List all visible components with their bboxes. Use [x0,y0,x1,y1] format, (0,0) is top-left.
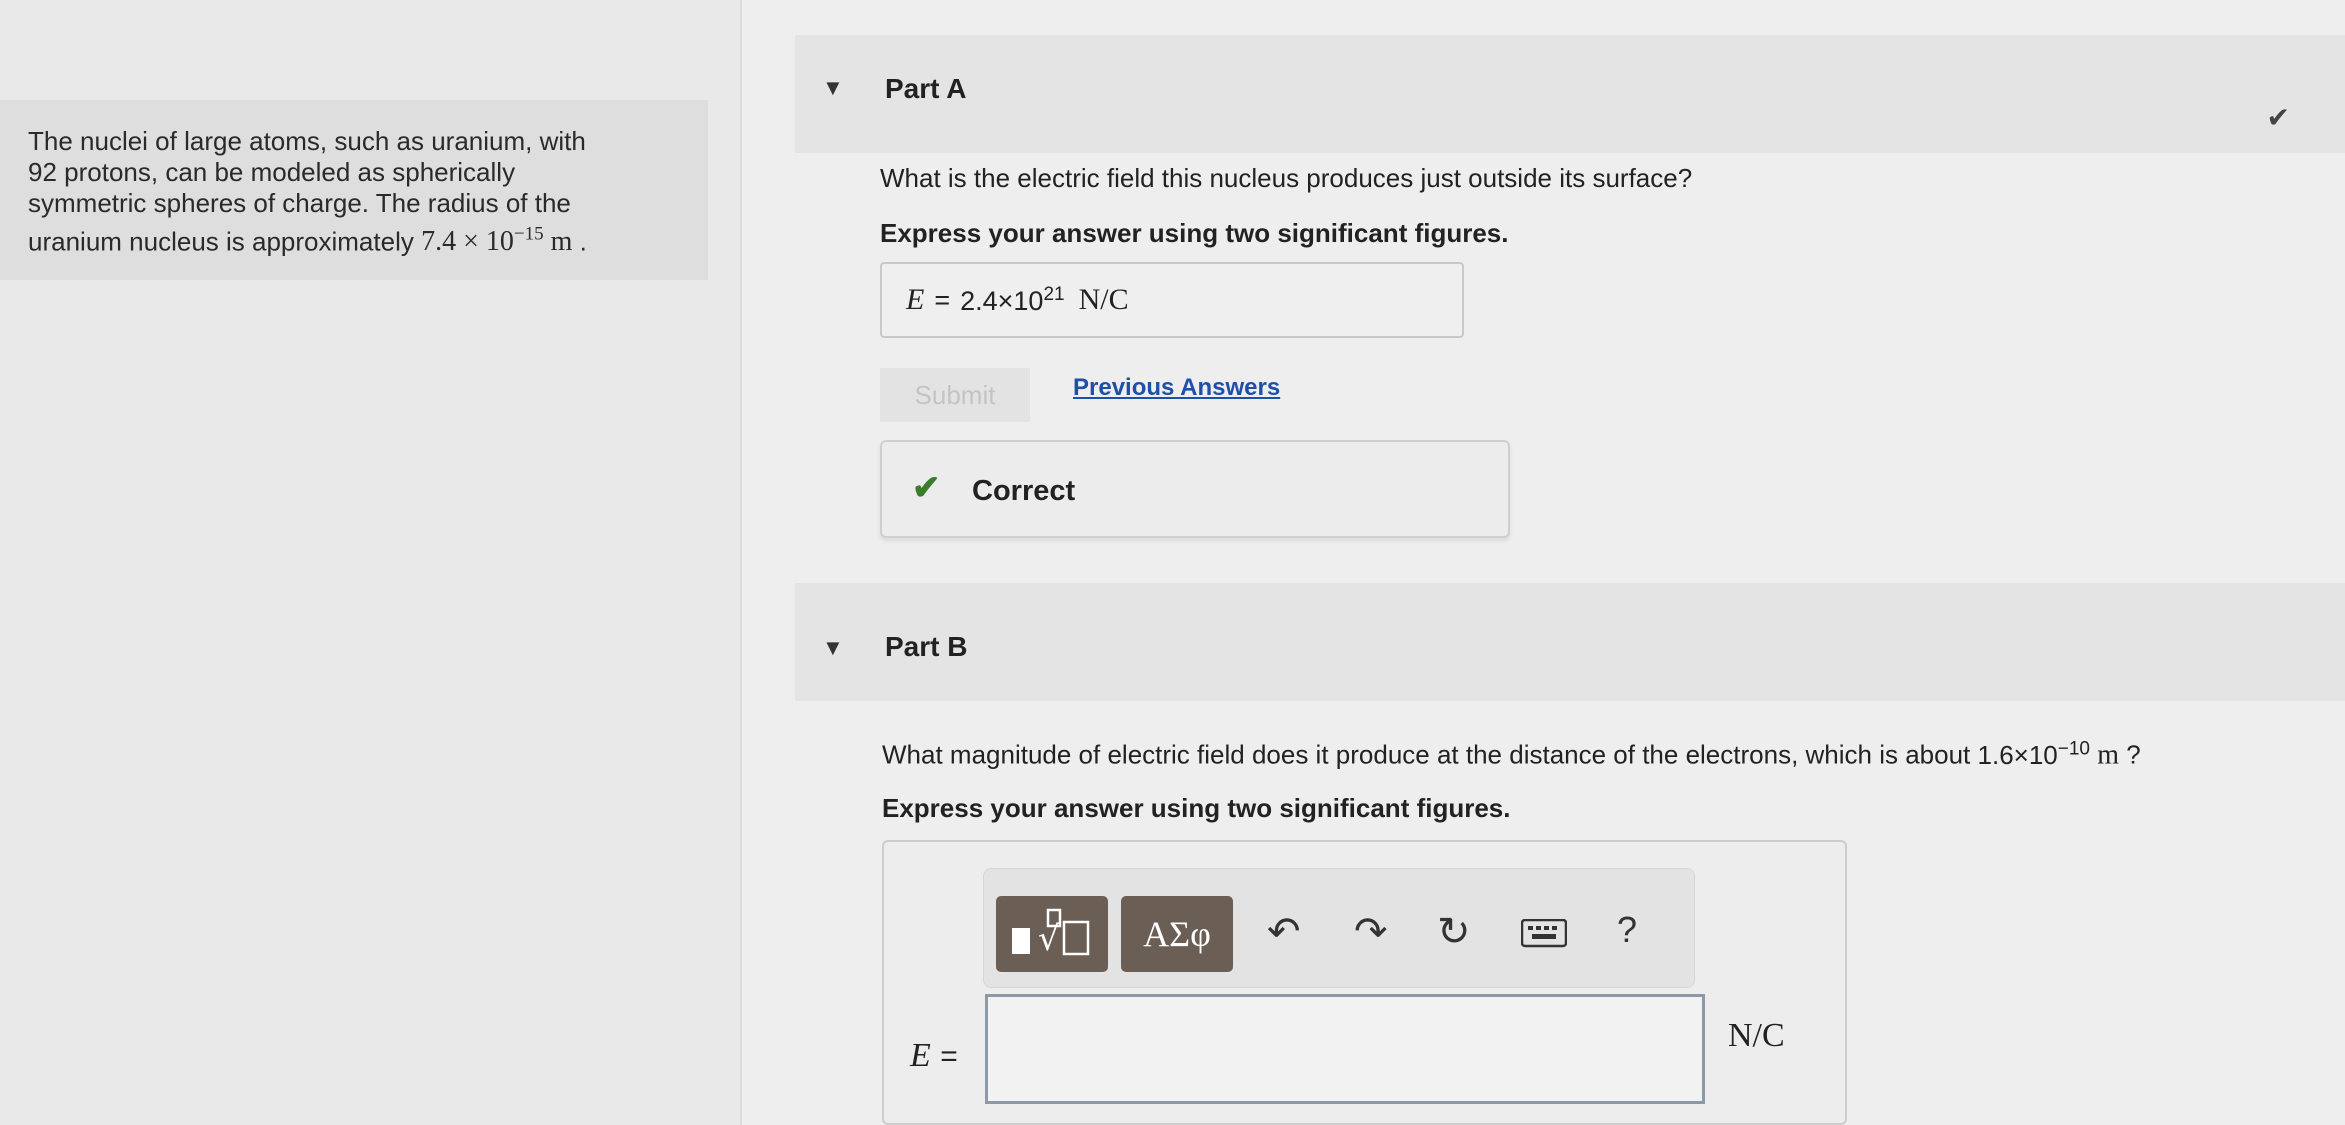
check-icon: ✔ [2266,102,2290,133]
part-b-question: What magnitude of electric field does it… [882,738,2141,771]
problem-line-4: uranium nucleus is approximately 7.4 × 1… [28,224,587,258]
redo-icon[interactable]: ↷ [1354,909,1388,955]
collapse-caret-icon[interactable]: ▼ [822,635,844,661]
answer-input[interactable] [985,994,1705,1104]
undo-icon[interactable]: ↶ [1267,909,1301,955]
math-toolbar: √ ΑΣφ ↶ ↷ ↻ ? [983,868,1695,988]
part-a-title[interactable]: Part A [885,73,966,105]
submit-button[interactable]: Submit [880,368,1030,422]
feedback-correct: ✔ Correct [880,440,1510,538]
answer-value: 2.4×1021 [960,283,1065,316]
part-b-title[interactable]: Part B [885,631,967,663]
feedback-text: Correct [972,475,1076,507]
distance-value: 1.6×10−10 [1977,738,2090,770]
collapse-caret-icon[interactable]: ▼ [822,75,844,101]
part-b-answer-label: E = [910,1037,958,1074]
problem-line-1: The nuclei of large atoms, such as urani… [28,126,586,156]
part-a-header[interactable]: ▼ Part A ✔ [795,35,2345,153]
answer-unit: N/C [1078,283,1129,316]
problem-line-3: symmetric spheres of charge. The radius … [28,188,571,218]
answer-variable: E [906,283,925,316]
greek-symbols-button[interactable]: ΑΣφ [1121,896,1233,972]
previous-answers-link[interactable]: Previous Answers [1073,374,1280,402]
templates-icon: √ [1012,908,1090,959]
templates-button[interactable]: √ [996,896,1108,972]
reset-icon[interactable]: ↻ [1437,909,1471,955]
problem-statement: The nuclei of large atoms, such as urani… [0,100,708,280]
radius-value: 7.4 × 10−15 m [421,224,573,258]
part-a-question: What is the electric field this nucleus … [880,163,1693,193]
part-a-answer-display: E = 2.4×1021 N/C [880,262,1464,338]
part-b-unit: N/C [1728,1017,1785,1054]
checkmark-icon: ✔ [912,469,941,507]
part-b-instruction: Express your answer using two significan… [882,793,1511,823]
help-button[interactable]: ? [1617,909,1637,951]
keyboard-icon[interactable] [1520,914,1568,959]
problem-line-2: 92 protons, can be modeled as sphericall… [28,157,516,187]
part-a-instruction: Express your answer using two significan… [880,218,1509,248]
part-b-header[interactable]: ▼ Part B [795,583,2345,701]
